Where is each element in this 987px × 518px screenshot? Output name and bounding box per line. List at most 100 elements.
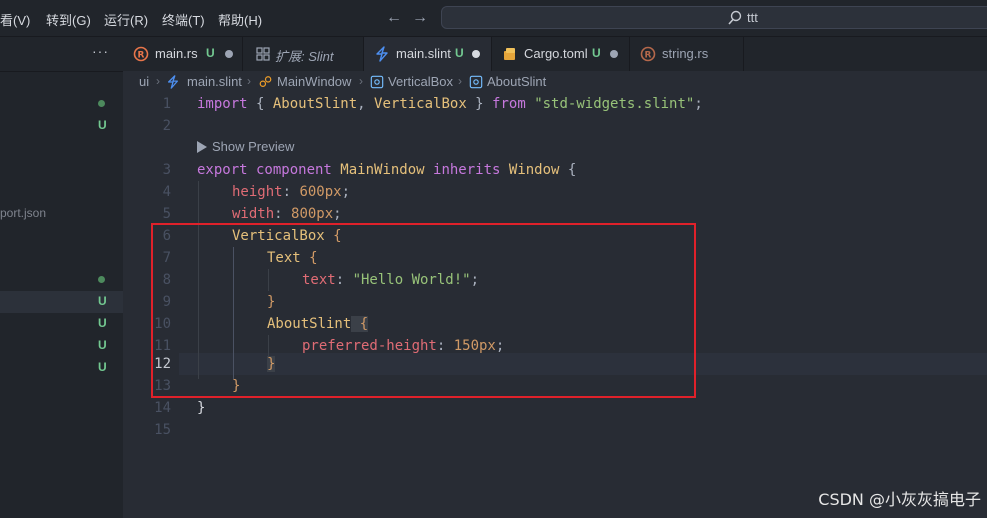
brace-matched: { [351, 316, 369, 332]
punctuation: : [436, 338, 454, 354]
type-name: AboutSlint [267, 316, 352, 332]
line-number: 5 [162, 206, 171, 222]
type-name: MainWindow [340, 162, 425, 178]
chevron-right-icon: › [458, 74, 462, 88]
line-number-current: 12 [154, 356, 171, 372]
tab-label: Cargo.toml [524, 46, 588, 61]
brace: { [324, 228, 342, 244]
explorer-item[interactable] [0, 269, 123, 291]
code-line: VerticalBox { [232, 225, 342, 247]
line-number: 13 [154, 378, 171, 394]
search-text: ttt [747, 10, 758, 25]
tab-extension-slint[interactable]: 扩展: Slint [243, 37, 364, 71]
tab-cargo-toml[interactable]: Cargo.toml U [492, 37, 630, 71]
code-line-current: } [267, 353, 276, 375]
untracked-badge: U [98, 316, 107, 330]
menu-bar: 看(V) 转到(G) 运行(R) 终端(T) 帮助(H) ← → ttt [0, 0, 987, 37]
svg-text:R: R [645, 51, 652, 61]
code-line: Text { [267, 247, 318, 269]
breadcrumb-verticalbox[interactable]: VerticalBox [388, 74, 453, 89]
indent-guide [268, 269, 269, 291]
file-name: port.json [0, 206, 47, 220]
unsaved-dot-icon[interactable] [472, 50, 480, 58]
show-preview-codelens[interactable]: Show Preview [197, 136, 294, 158]
component-icon [259, 76, 272, 87]
menu-view[interactable]: 看(V) [0, 10, 30, 29]
code-line: width: 800px; [232, 203, 342, 225]
slint-icon [376, 46, 388, 62]
brace: } [232, 378, 241, 394]
explorer-item[interactable]: U [0, 313, 123, 335]
explorer-sidebar: ··· U port.json U U U U [0, 37, 123, 518]
menu-go[interactable]: 转到(G) [46, 10, 91, 29]
back-arrow-icon[interactable]: ← [384, 8, 404, 28]
extension-icon [256, 47, 270, 61]
tab-string-rs[interactable]: R string.rs [630, 37, 744, 71]
untracked-badge: U [98, 294, 107, 308]
line-number: 10 [154, 316, 171, 332]
punctuation: ; [495, 338, 505, 354]
untracked-badge: U [98, 118, 107, 132]
code-editor[interactable]: 1 2 3 4 5 6 7 8 9 10 11 12 13 14 15 impo… [123, 93, 987, 518]
untracked-badge: U [98, 360, 107, 374]
breadcrumb-aboutslint[interactable]: AboutSlint [487, 74, 546, 89]
punctuation: : [274, 206, 292, 222]
punctuation: } [466, 96, 493, 112]
keyword: inherits [424, 162, 509, 178]
breadcrumb: ui › main.slint › MainWindow › VerticalB… [123, 71, 987, 93]
code-line: } [267, 291, 275, 313]
keyword: component [247, 162, 341, 178]
command-center-search[interactable]: ttt [441, 6, 987, 29]
brace: } [267, 294, 276, 310]
punctuation: ; [341, 184, 351, 200]
element-icon [370, 75, 384, 89]
explorer-item[interactable]: U [0, 357, 123, 379]
brace: { [300, 250, 318, 266]
punctuation: : [282, 184, 300, 200]
tab-main-slint[interactable]: main.slint U [364, 37, 492, 72]
string-literal: "std-widgets.slint" [525, 96, 695, 112]
menu-run[interactable]: 运行(R) [104, 10, 148, 29]
modified-dot-icon [98, 276, 105, 283]
editor-tab-bar: R main.rs U 扩展: Slint main.slint U Cargo… [123, 37, 987, 72]
brace: } [197, 400, 206, 416]
punctuation: : [335, 272, 353, 288]
menu-help[interactable]: 帮助(H) [218, 10, 262, 29]
string-literal: "Hello World!" [352, 272, 471, 288]
tab-main-rs[interactable]: R main.rs U [123, 37, 243, 71]
number-literal: 800px [291, 206, 334, 222]
type-name: VerticalBox [374, 96, 467, 112]
line-number: 2 [162, 118, 171, 134]
property-name: preferred-height [302, 338, 437, 354]
explorer-item[interactable]: U [0, 115, 123, 137]
keyword: export [197, 162, 248, 178]
line-number: 6 [162, 228, 171, 244]
chevron-right-icon: › [247, 74, 251, 88]
punctuation: { [559, 162, 577, 178]
svg-text:R: R [138, 51, 145, 61]
unsaved-dot-icon[interactable] [225, 50, 233, 58]
unsaved-dot-icon[interactable] [610, 50, 618, 58]
explorer-item-selected[interactable]: U [0, 291, 123, 313]
breadcrumb-mainwindow[interactable]: MainWindow [277, 74, 351, 89]
explorer-item[interactable] [0, 93, 123, 115]
watermark: CSDN @小灰灰搞电子 [818, 490, 981, 509]
line-number: 4 [162, 184, 171, 200]
more-actions-icon[interactable]: ··· [92, 43, 109, 59]
punctuation: { [247, 96, 273, 112]
code-line: import { AboutSlint, VerticalBox } from … [197, 93, 703, 115]
breadcrumb-file[interactable]: main.slint [187, 74, 242, 89]
menu-terminal[interactable]: 终端(T) [162, 10, 205, 29]
untracked-badge: U [592, 46, 601, 60]
tab-label: main.rs [155, 46, 198, 61]
element-icon [469, 75, 483, 89]
keyword: from [492, 96, 526, 112]
forward-arrow-icon[interactable]: → [410, 8, 430, 28]
untracked-badge: U [206, 46, 215, 60]
line-number: 1 [162, 96, 171, 112]
codelens-label: Show Preview [212, 139, 295, 154]
breadcrumb-ui[interactable]: ui [139, 74, 149, 89]
play-icon [197, 140, 207, 153]
explorer-item[interactable]: port.json [0, 203, 123, 225]
explorer-item[interactable]: U [0, 335, 123, 357]
